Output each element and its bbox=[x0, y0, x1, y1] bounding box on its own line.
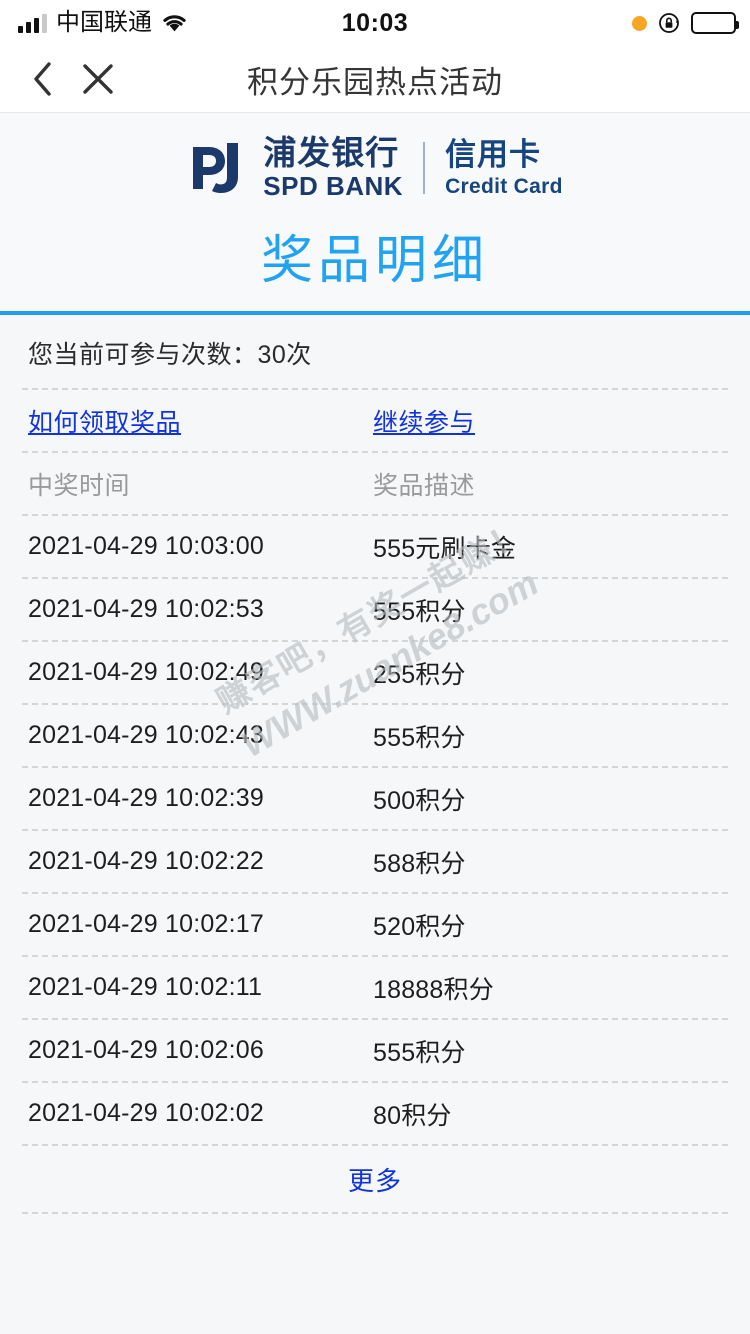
action-links-row: 如何领取奖品 继续参与 bbox=[0, 390, 750, 451]
bank-name: 浦发银行 SPD BANK bbox=[263, 136, 403, 199]
continue-link[interactable]: 继续参与 bbox=[373, 409, 475, 437]
cell-time: 2021-04-29 10:02:49 bbox=[28, 658, 264, 686]
table-row: 2021-04-29 10:03:00 555元刷卡金 bbox=[0, 516, 750, 577]
phone-screen: 中国联通 10:03 积分乐园热点活动 浦发银行 SPD BANK 信用卡 Cr… bbox=[0, 0, 750, 1334]
header-blue-rule bbox=[0, 311, 750, 315]
bank-name-en: SPD BANK bbox=[263, 171, 404, 201]
rotation-lock-icon bbox=[658, 12, 680, 34]
how-to-claim-cell: 如何领取奖品 bbox=[28, 403, 373, 439]
cell-prize: 520积分 bbox=[373, 912, 466, 941]
cell-prize: 555积分 bbox=[373, 597, 466, 626]
cell-prize: 500积分 bbox=[373, 786, 466, 815]
logo-divider bbox=[423, 141, 426, 194]
nav-bar: 积分乐园热点活动 bbox=[0, 46, 750, 113]
table-row: 2021-04-29 10:02:49 255积分 bbox=[0, 642, 750, 703]
table-row: 2021-04-29 10:02:11 18888积分 bbox=[0, 957, 750, 1018]
cell-prize: 555元刷卡金 bbox=[373, 534, 517, 563]
column-header-time: 中奖时间 bbox=[28, 471, 131, 500]
cell-prize: 555积分 bbox=[373, 1038, 466, 1067]
more-row: 更多 bbox=[0, 1146, 750, 1212]
table-row: 2021-04-29 10:02:53 555积分 bbox=[0, 579, 750, 640]
cell-time: 2021-04-29 10:02:53 bbox=[28, 595, 264, 623]
brand-header: 浦发银行 SPD BANK 信用卡 Credit Card 奖品明细 bbox=[0, 114, 750, 314]
divider bbox=[22, 1212, 728, 1214]
cell-prize: 255积分 bbox=[373, 660, 466, 689]
cell-prize: 80积分 bbox=[373, 1101, 452, 1130]
cell-prize: 18888积分 bbox=[373, 975, 494, 1004]
product-name: 信用卡 Credit Card bbox=[445, 139, 563, 197]
orange-dot-icon bbox=[632, 15, 647, 31]
table-row: 2021-04-29 10:02:17 520积分 bbox=[0, 894, 750, 955]
table-row: 2021-04-29 10:02:22 588积分 bbox=[0, 831, 750, 892]
cell-time: 2021-04-29 10:02:11 bbox=[28, 973, 263, 1001]
column-header-prize: 奖品描述 bbox=[373, 471, 476, 500]
product-name-cn: 信用卡 bbox=[445, 136, 542, 172]
continue-cell: 继续参与 bbox=[373, 403, 722, 439]
cell-prize: 588积分 bbox=[373, 849, 466, 878]
more-link[interactable]: 更多 bbox=[348, 1161, 402, 1198]
table-row: 2021-04-29 10:02:39 500积分 bbox=[0, 768, 750, 829]
page-title-nav: 积分乐园热点活动 bbox=[247, 65, 503, 100]
table-row: 2021-04-29 10:02:06 555积分 bbox=[0, 1020, 750, 1081]
bank-name-cn: 浦发银行 bbox=[263, 134, 400, 171]
cell-time: 2021-04-29 10:02:39 bbox=[28, 784, 264, 812]
how-to-claim-link[interactable]: 如何领取奖品 bbox=[28, 409, 181, 437]
participation-count-row: 您当前可参与次数：30次 bbox=[0, 318, 750, 388]
cell-time: 2021-04-29 10:02:02 bbox=[28, 1099, 264, 1127]
table-row: 2021-04-29 10:02:43 555积分 bbox=[0, 705, 750, 766]
page-title: 奖品明细 bbox=[260, 232, 489, 290]
cell-time: 2021-04-29 10:02:22 bbox=[28, 847, 264, 875]
main-content: 您当前可参与次数：30次 如何领取奖品 继续参与 中奖时间 奖品描述 2021-… bbox=[0, 318, 750, 1214]
cell-time: 2021-04-29 10:03:00 bbox=[28, 532, 264, 560]
product-name-en: Credit Card bbox=[445, 174, 563, 198]
table-row: 2021-04-29 10:02:02 80积分 bbox=[0, 1083, 750, 1144]
cell-time: 2021-04-29 10:02:06 bbox=[28, 1036, 264, 1064]
status-bar: 中国联通 10:03 bbox=[0, 0, 750, 46]
battery-icon bbox=[691, 12, 739, 34]
bank-logo: 浦发银行 SPD BANK 信用卡 Credit Card bbox=[0, 136, 750, 199]
cell-time: 2021-04-29 10:02:17 bbox=[28, 910, 264, 938]
participation-count-label: 您当前可参与次数：30次 bbox=[28, 341, 312, 369]
cell-time: 2021-04-29 10:02:43 bbox=[28, 721, 264, 749]
prize-table-body: 2021-04-29 10:03:00 555元刷卡金 2021-04-29 10:… bbox=[0, 514, 750, 1144]
cell-prize: 555积分 bbox=[373, 723, 466, 752]
table-header-row: 中奖时间 奖品描述 bbox=[0, 453, 750, 514]
status-bar-right bbox=[632, 0, 739, 46]
spd-bank-logo-icon bbox=[187, 141, 249, 195]
